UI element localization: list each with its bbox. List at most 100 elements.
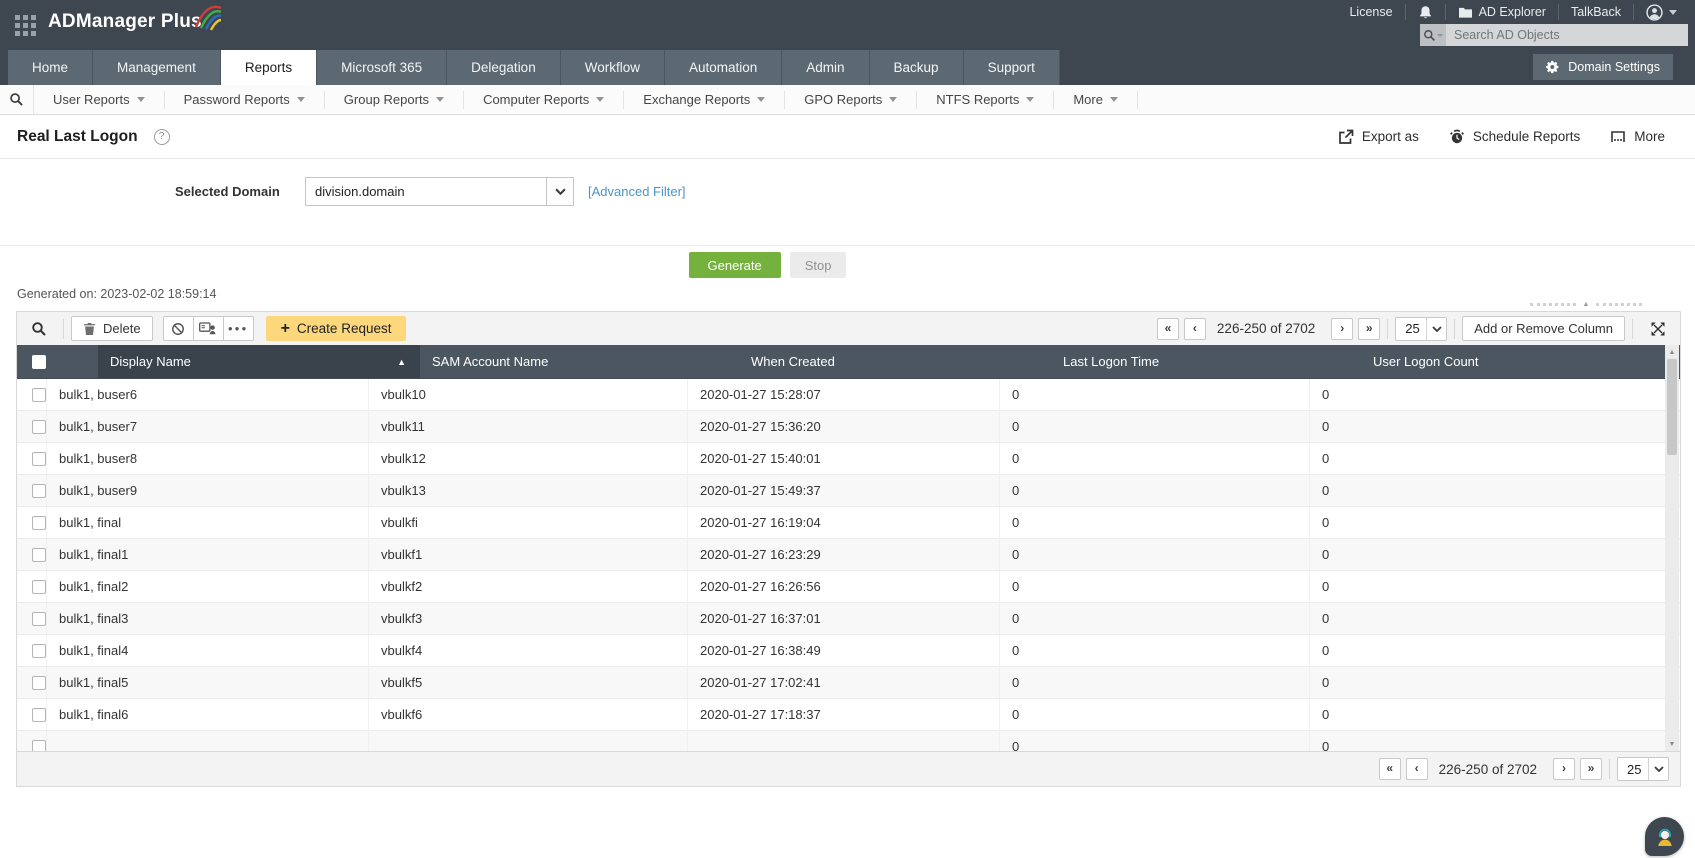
table-row: bulk1, final1 vbulkf1 2020-01-27 16:23:2…: [17, 539, 1680, 571]
next-page-button[interactable]: ›: [1331, 317, 1354, 340]
collapse-panel-handle[interactable]: ▲: [1530, 299, 1642, 309]
disable-button[interactable]: [162, 316, 194, 341]
advanced-filter-link[interactable]: [Advanced Filter]: [588, 184, 686, 199]
create-request-button[interactable]: + Create Request: [265, 316, 407, 341]
cell-when-created: 2020-01-27 15:28:07: [688, 379, 1000, 410]
subnav-item-group-reports[interactable]: Group Reports: [325, 90, 465, 109]
row-checkbox[interactable]: [32, 387, 46, 402]
row-checkbox[interactable]: [32, 611, 46, 626]
more-tools-button[interactable]: ●●●: [222, 316, 254, 341]
column-last-logon-time[interactable]: Last Logon Time: [1051, 345, 1361, 378]
column-sam-account-name[interactable]: SAM Account Name: [420, 345, 739, 378]
row-checkbox[interactable]: [32, 547, 46, 562]
export-as-button[interactable]: Export as: [1338, 129, 1419, 145]
vertical-scrollbar[interactable]: ▲ ▼: [1665, 345, 1679, 751]
prev-page-button[interactable]: ‹: [1405, 758, 1428, 780]
more-actions-button[interactable]: More: [1610, 129, 1665, 145]
domain-select[interactable]: division.domain: [305, 177, 574, 206]
cell-when-created: [688, 731, 1000, 751]
nav-tab-backup[interactable]: Backup: [869, 50, 964, 85]
nav-tab-workflow[interactable]: Workflow: [560, 50, 665, 85]
column-user-logon-count[interactable]: User Logon Count: [1361, 345, 1666, 378]
page-size-select[interactable]: 25: [1617, 757, 1669, 781]
subnav-item-more[interactable]: More: [1054, 90, 1138, 109]
select-all-checkbox[interactable]: [32, 354, 46, 369]
nav-tab-admin[interactable]: Admin: [782, 50, 870, 85]
nav-tab-automation[interactable]: Automation: [664, 50, 783, 85]
chevron-down-icon[interactable]: [546, 178, 573, 205]
cell-last-logon-time: 0: [1000, 443, 1310, 474]
nav-tab-delegation[interactable]: Delegation: [447, 50, 561, 85]
row-checkbox[interactable]: [32, 419, 46, 434]
search-input[interactable]: [1446, 24, 1688, 46]
help-icon[interactable]: ?: [153, 128, 170, 145]
row-checkbox[interactable]: [32, 739, 46, 751]
search-scope-button[interactable]: [1420, 24, 1446, 46]
subnav-item-password-reports[interactable]: Password Reports: [165, 90, 325, 109]
apps-grid-icon[interactable]: [15, 15, 36, 36]
subnav-item-exchange-reports[interactable]: Exchange Reports: [624, 90, 786, 109]
scroll-up-button[interactable]: ▲: [1665, 345, 1679, 359]
next-page-button[interactable]: ›: [1553, 758, 1575, 780]
table-row: bulk1, buser6 vbulk10 2020-01-27 15:28:0…: [17, 379, 1680, 411]
support-chat-button[interactable]: [1645, 817, 1684, 856]
subnav-item-ntfs-reports[interactable]: NTFS Reports: [917, 90, 1055, 109]
row-select-cell: [17, 635, 47, 666]
cell-display-name: bulk1, final6: [47, 699, 369, 730]
smart-card-user-button[interactable]: [192, 316, 224, 341]
row-checkbox[interactable]: [32, 707, 46, 722]
notifications-button[interactable]: [1404, 4, 1445, 20]
divider: [1609, 759, 1610, 779]
stop-button[interactable]: Stop: [789, 252, 847, 278]
first-page-button[interactable]: «: [1378, 758, 1401, 780]
prev-page-button[interactable]: ‹: [1183, 317, 1206, 340]
last-page-button[interactable]: »: [1358, 317, 1381, 340]
talkback-link[interactable]: TalkBack: [1557, 4, 1633, 20]
cell-display-name: bulk1, buser7: [47, 411, 369, 442]
column-display-name[interactable]: Display Name ▲: [98, 345, 420, 378]
row-checkbox[interactable]: [32, 451, 46, 466]
subnav-item-user-reports[interactable]: User Reports: [34, 90, 165, 109]
subnav-item-gpo-reports[interactable]: GPO Reports: [785, 90, 918, 109]
first-page-button[interactable]: «: [1156, 317, 1179, 340]
row-checkbox[interactable]: [32, 515, 46, 530]
page-size-select[interactable]: 25: [1395, 316, 1448, 341]
fullscreen-icon[interactable]: [1650, 321, 1666, 337]
ad-explorer-link[interactable]: AD Explorer: [1444, 4, 1558, 20]
add-remove-column-button[interactable]: Add or Remove Column: [1462, 316, 1625, 341]
caret-down-icon: [889, 97, 898, 102]
row-checkbox[interactable]: [32, 579, 46, 594]
subnav-item-computer-reports[interactable]: Computer Reports: [464, 90, 625, 109]
sort-ascending-icon: ▲: [397, 356, 406, 367]
table-row: bulk1, final5 vbulkf5 2020-01-27 17:02:4…: [17, 667, 1680, 699]
table-search-button[interactable]: [31, 321, 47, 337]
generate-button[interactable]: Generate: [688, 252, 781, 278]
subnav-items: User Reports Password Reports Group Repo…: [34, 85, 1138, 114]
user-menu[interactable]: [1633, 3, 1689, 21]
scroll-down-button[interactable]: ▼: [1665, 737, 1679, 751]
bell-icon: [1419, 5, 1431, 18]
row-checkbox[interactable]: [32, 483, 46, 498]
row-checkbox[interactable]: [32, 675, 46, 690]
nav-tab-microsoft-365[interactable]: Microsoft 365: [317, 50, 448, 85]
nav-tab-reports[interactable]: Reports: [220, 50, 318, 85]
row-checkbox[interactable]: [32, 643, 46, 658]
nav-tab-home[interactable]: Home: [8, 50, 94, 85]
nav-tab-management[interactable]: Management: [93, 50, 221, 85]
cell-last-logon-time: 0: [1000, 667, 1310, 698]
column-when-created[interactable]: When Created: [739, 345, 1051, 378]
scrollbar-thumb[interactable]: [1667, 359, 1677, 455]
report-search-button[interactable]: [0, 85, 34, 114]
cell-display-name: bulk1, final1: [47, 539, 369, 570]
brand-logo: ADManager Plus: [48, 5, 222, 33]
last-page-button[interactable]: »: [1580, 758, 1602, 780]
folder-icon: [1458, 7, 1472, 18]
domain-settings-button[interactable]: Domain Settings: [1533, 54, 1673, 80]
schedule-reports-button[interactable]: Schedule Reports: [1449, 129, 1580, 145]
nav-tab-support[interactable]: Support: [963, 50, 1060, 85]
cell-last-logon-time: 0: [1000, 507, 1310, 538]
selected-domain-label: Selected Domain: [175, 184, 280, 199]
delete-button[interactable]: Delete: [71, 316, 153, 341]
license-link[interactable]: License: [1337, 4, 1404, 20]
trash-icon: [83, 322, 96, 335]
